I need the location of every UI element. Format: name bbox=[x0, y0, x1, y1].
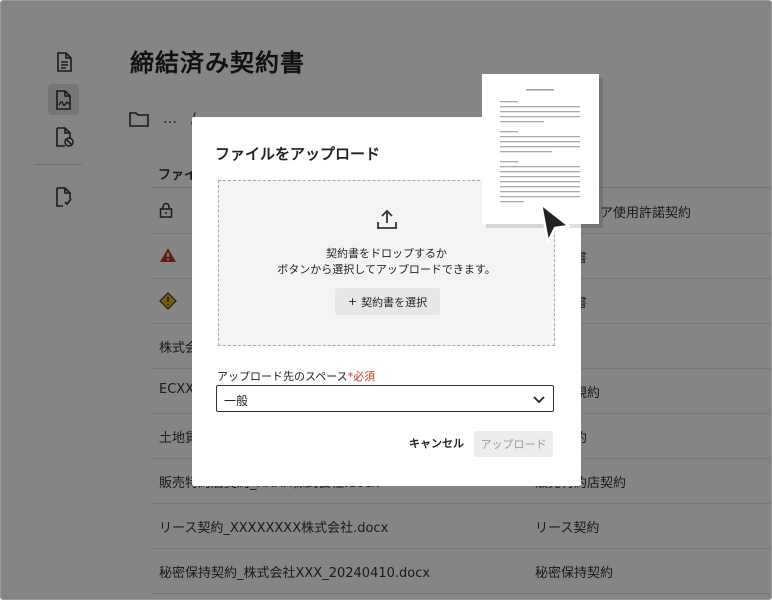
dropzone-text-line1: 契約書をドロップするか bbox=[326, 247, 447, 260]
space-field-label: アップロード先のスペース*必須 bbox=[217, 368, 375, 384]
space-select-value: 一般 bbox=[224, 394, 249, 408]
space-select[interactable]: 一般 bbox=[216, 385, 554, 412]
space-label-text: アップロード先のスペース bbox=[217, 370, 348, 383]
dialog-title: ファイルをアップロード bbox=[215, 145, 381, 163]
upload-button[interactable]: アップロード bbox=[474, 431, 553, 457]
cursor-arrow-icon bbox=[539, 202, 571, 244]
upload-icon bbox=[377, 209, 397, 229]
plus-icon: + bbox=[347, 295, 358, 308]
cancel-button[interactable]: キャンセル bbox=[409, 435, 464, 451]
select-contract-button[interactable]: + 契約書を選択 bbox=[335, 288, 440, 315]
chevron-down-icon bbox=[533, 396, 545, 404]
required-marker: *必須 bbox=[347, 370, 376, 383]
app-window: 締結済み契約書 … / ファイ ソフトウェア使用許諾契約託契約書本合意書株式会換… bbox=[0, 0, 772, 600]
dropzone-text-line2: ボタンから選択してアップロードできます。 bbox=[277, 263, 496, 276]
select-contract-label: 契約書を選択 bbox=[361, 295, 428, 309]
